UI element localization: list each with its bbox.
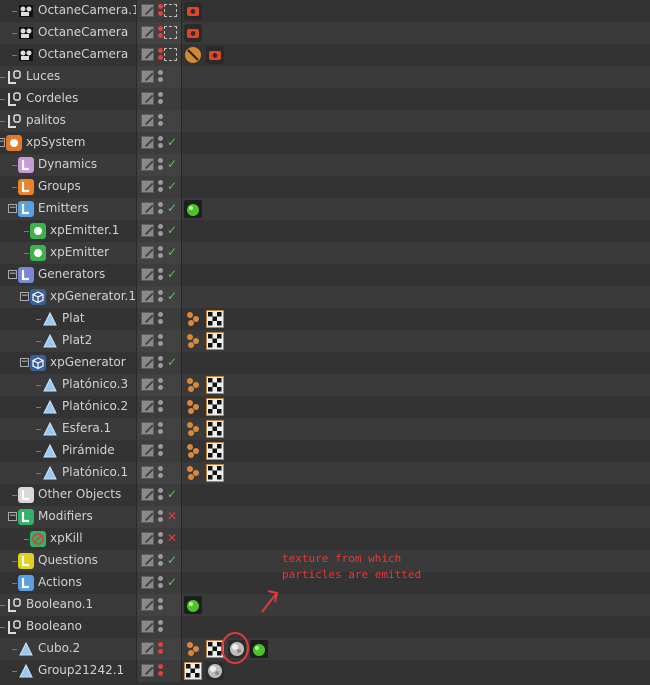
annotation-circle	[221, 632, 249, 664]
annotation-arrow	[261, 590, 279, 613]
annotation-overlay	[221, 590, 279, 664]
